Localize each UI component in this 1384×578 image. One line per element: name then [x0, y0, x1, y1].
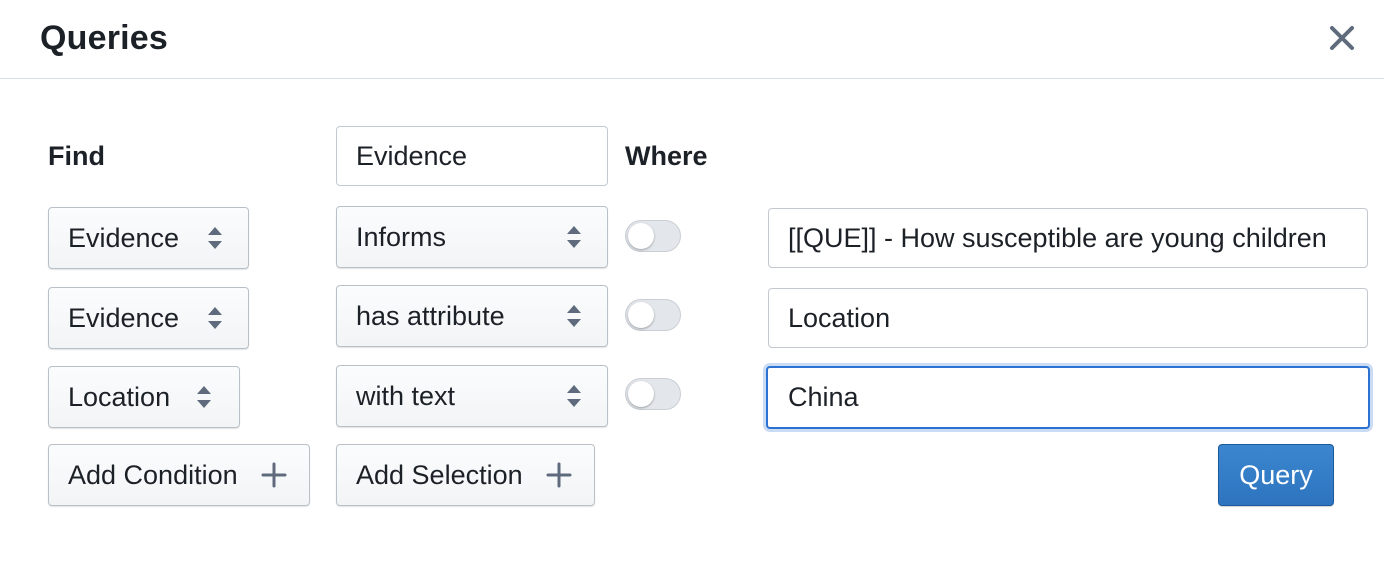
query-button[interactable]: Query — [1218, 444, 1334, 506]
condition-source-label: Evidence — [68, 302, 180, 333]
add-condition-label: Add Condition — [68, 459, 238, 490]
condition-source-select[interactable]: Evidence — [48, 207, 249, 269]
plus-icon — [261, 462, 287, 488]
condition-target-input[interactable]: [[QUE]] - How susceptible are young chil… — [768, 208, 1368, 268]
find-label: Find — [48, 141, 105, 171]
condition-target-input[interactable]: Location — [768, 288, 1368, 348]
dialog-header: Queries — [0, 0, 1384, 79]
condition-relation-label: Informs — [356, 221, 447, 252]
condition-source-select[interactable]: Location — [48, 366, 240, 428]
negate-toggle[interactable] — [625, 378, 681, 410]
add-selection-button[interactable]: Add Selection — [336, 444, 595, 506]
toggle-knob — [628, 302, 654, 328]
where-label: Where — [625, 141, 708, 171]
close-icon — [1330, 26, 1354, 50]
condition-source-label: Evidence — [68, 222, 180, 253]
condition-relation-label: with text — [356, 380, 456, 411]
double-caret-icon — [208, 227, 222, 249]
condition-relation-select[interactable]: has attribute — [336, 285, 608, 347]
negate-toggle[interactable] — [625, 220, 681, 252]
toggle-knob — [628, 381, 654, 407]
double-caret-icon — [567, 305, 581, 327]
condition-relation-select[interactable]: with text — [336, 365, 608, 427]
condition-source-label: Location — [68, 381, 171, 412]
queries-dialog: Queries Find Evidence Where Evidence Inf… — [0, 0, 1384, 578]
condition-relation-label: has attribute — [356, 300, 505, 331]
toggle-knob — [628, 223, 654, 249]
double-caret-icon — [197, 386, 211, 408]
double-caret-icon — [208, 307, 222, 329]
condition-source-select[interactable]: Evidence — [48, 287, 249, 349]
double-caret-icon — [567, 226, 581, 248]
negate-toggle[interactable] — [625, 299, 681, 331]
condition-relation-select[interactable]: Informs — [336, 206, 608, 268]
double-caret-icon — [567, 385, 581, 407]
find-input[interactable]: Evidence — [336, 126, 608, 186]
add-selection-label: Add Selection — [356, 459, 523, 490]
condition-target-input[interactable]: China — [766, 366, 1370, 429]
add-condition-button[interactable]: Add Condition — [48, 444, 310, 506]
dialog-title: Queries — [40, 19, 169, 57]
plus-icon — [546, 462, 572, 488]
close-button[interactable] — [1322, 18, 1362, 58]
